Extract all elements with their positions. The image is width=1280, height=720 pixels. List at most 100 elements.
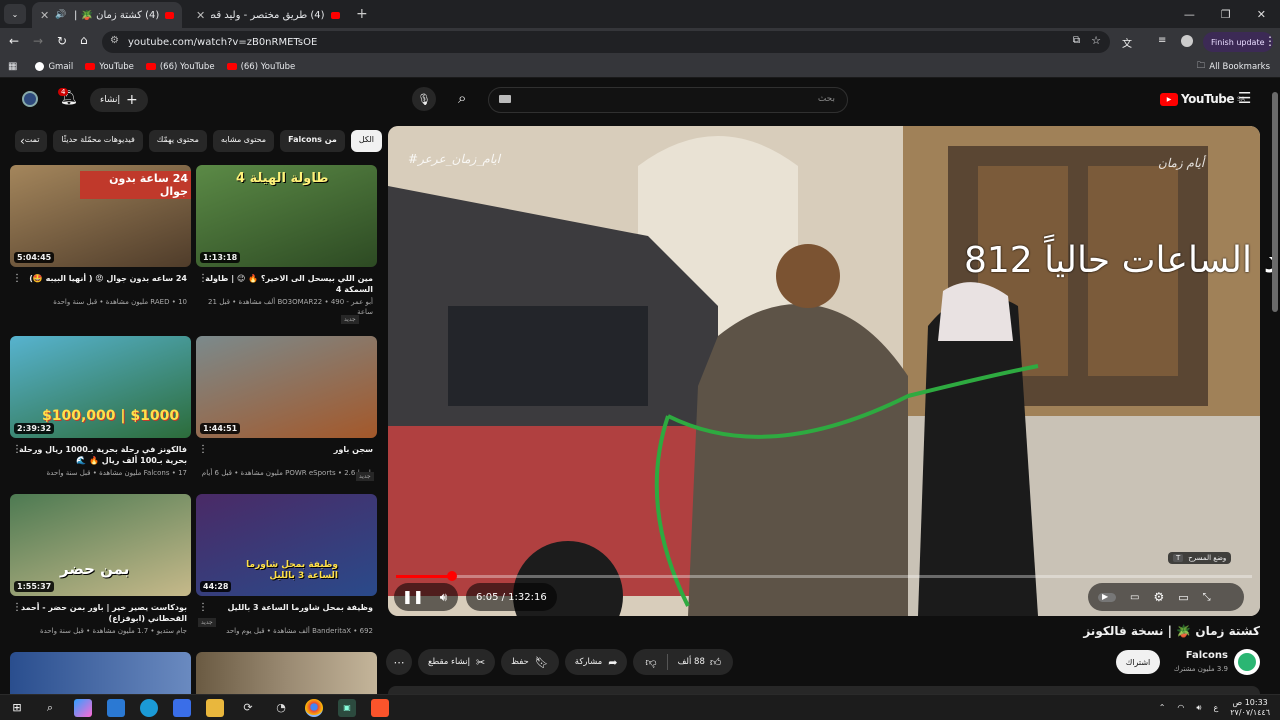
chip-all[interactable]: الكل: [350, 130, 382, 152]
restore-icon[interactable]: ❐: [1221, 8, 1231, 21]
chip-from-falcons[interactable]: من Falcons: [280, 130, 345, 152]
video-title[interactable]: وظيفة بمحل شاورما الساعة 3 بالليل: [196, 602, 377, 624]
home-icon[interactable]: ⌂: [80, 33, 88, 47]
more-actions-icon[interactable]: ⋯: [386, 649, 412, 675]
search-icon[interactable]: ⌕: [41, 699, 59, 717]
progress-bar[interactable]: [396, 571, 1252, 581]
theater-mode-icon[interactable]: ▭: [1178, 591, 1188, 604]
description-box[interactable]: [388, 686, 1260, 694]
search-input[interactable]: بحث: [488, 87, 848, 113]
more-actions-icon[interactable]: ⋮: [198, 602, 208, 613]
account-avatar[interactable]: [22, 91, 38, 107]
url-field[interactable]: ⚙ youtube.com/watch?v=zB0nRMETsOE ⧉ ☆: [102, 31, 1110, 53]
all-bookmarks[interactable]: 🗀 All Bookmarks: [1197, 60, 1270, 74]
close-window-icon[interactable]: ✕: [1257, 8, 1266, 21]
video-thumbnail[interactable]: [10, 652, 191, 694]
more-actions-icon[interactable]: ⋮: [198, 273, 208, 284]
apps-grid-icon[interactable]: ▦: [8, 61, 17, 72]
terminal-icon[interactable]: ▣: [338, 698, 356, 717]
video-thumbnail[interactable]: طاولة الهيلة 4 1:13:18: [196, 165, 377, 267]
tab-active[interactable]: (4) كشتة زمان 🪴 | نسخة فالـ 🔊 ✕: [32, 2, 182, 28]
new-tab-button[interactable]: +: [356, 6, 368, 22]
bookmark-gmail[interactable]: Gmail: [35, 62, 73, 72]
keyboard-icon[interactable]: [499, 95, 511, 103]
clock[interactable]: 10:33 ص ٢٧/٠٧/١٤٤٦: [1230, 698, 1270, 718]
clock-app-icon[interactable]: ◔: [272, 699, 290, 717]
mail-icon[interactable]: [107, 698, 125, 717]
speaker-icon[interactable]: 🔊︎: [1196, 703, 1201, 713]
video-title[interactable]: 24 ساعه بدون جوال 😡 ( أنهيا البيبه 🤩): [10, 273, 191, 295]
more-actions-icon[interactable]: ⋮: [198, 444, 208, 455]
channel-name[interactable]: جام ستديو: [157, 627, 187, 635]
close-tab-icon[interactable]: ✕: [196, 9, 205, 22]
volume-icon[interactable]: 🔊︎: [440, 590, 448, 605]
profile-avatar[interactable]: [1181, 35, 1193, 47]
more-actions-icon[interactable]: ⋮: [12, 602, 22, 613]
clip-button[interactable]: ✂ إنشاء مقطع: [418, 649, 496, 675]
tab-search-button[interactable]: ⌄: [4, 4, 26, 24]
app-icon[interactable]: ⟳: [239, 699, 257, 717]
brave-icon[interactable]: [371, 698, 389, 717]
video-title[interactable]: فالكونز في رحلة بحرية بـ1000 ريال ورحلة …: [10, 444, 191, 466]
thumbs-down-icon[interactable]: 👎︎: [645, 656, 656, 669]
bookmark-star-icon[interactable]: ☆: [1091, 34, 1101, 47]
tray-expand-icon[interactable]: ⌃: [1159, 703, 1166, 712]
share-button[interactable]: ➦ مشاركة: [564, 649, 628, 675]
back-icon[interactable]: ←: [9, 34, 19, 48]
video-thumbnail[interactable]: 24 ساعة بدون جوال 5:04:45: [10, 165, 191, 267]
fullscreen-icon[interactable]: ⤡: [1203, 592, 1211, 603]
site-info-icon[interactable]: ⚙: [110, 35, 119, 46]
copilot-icon[interactable]: [74, 698, 92, 717]
translate-icon[interactable]: 文: [1122, 35, 1132, 50]
channel-name[interactable]: BanderitaX: [312, 627, 351, 635]
video-card[interactable]: بمن حضر 1:55:37 بودكاست يصير خير | باور …: [10, 494, 191, 644]
video-card[interactable]: وظيفة بمحل شاورما الساعة 3 بالليل 44:28 …: [196, 494, 377, 644]
install-app-icon[interactable]: ⧉: [1073, 35, 1080, 46]
edge-icon[interactable]: [140, 698, 158, 717]
chips-scroll-left-icon[interactable]: ‹: [20, 134, 25, 148]
channel-name[interactable]: RAED: [150, 298, 169, 306]
keyboard-language[interactable]: ع: [1213, 703, 1218, 712]
chip-related[interactable]: محتوى مشابه: [212, 130, 275, 152]
video-card[interactable]: $100,000 | $1000 2:39:32 فالكونز في رحلة…: [10, 336, 191, 486]
reload-icon[interactable]: ↻: [57, 34, 67, 48]
finish-update-button[interactable]: Finish update: [1203, 32, 1273, 52]
video-card[interactable]: 24 ساعة بدون جوال 5:04:45 24 ساعه بدون ج…: [10, 165, 191, 315]
voice-search-icon[interactable]: 🎙︎: [412, 87, 436, 111]
wifi-icon[interactable]: ◠: [1177, 703, 1184, 712]
settings-gear-icon[interactable]: ⚙: [1153, 590, 1164, 604]
more-actions-icon[interactable]: ⋮: [12, 273, 22, 284]
video-thumbnail[interactable]: [196, 652, 377, 694]
autoplay-toggle[interactable]: ▶: [1098, 592, 1116, 602]
chip-for-you[interactable]: محتوى يهمّك: [148, 130, 207, 152]
media-control-icon[interactable]: ≡: [1158, 35, 1166, 46]
close-tab-icon[interactable]: ✕: [40, 9, 49, 22]
video-thumbnail[interactable]: $100,000 | $1000 2:39:32: [10, 336, 191, 438]
minimize-icon[interactable]: —: [1184, 8, 1195, 21]
video-thumbnail[interactable]: 1:44:51: [196, 336, 377, 438]
subtitles-icon[interactable]: ▭: [1130, 592, 1139, 603]
page-scrollbar[interactable]: [1272, 92, 1278, 312]
forward-icon[interactable]: →: [33, 34, 43, 48]
channel-name[interactable]: Falcons: [1186, 650, 1228, 661]
windows-start-icon[interactable]: ⊞: [8, 699, 26, 717]
video-title[interactable]: بودكاست يصير خير | باور بمن حضر - أحمد ا…: [10, 602, 191, 624]
create-button[interactable]: + إنشاء: [90, 88, 148, 112]
channel-avatar[interactable]: [1234, 649, 1260, 675]
save-button[interactable]: 🔖︎ حفظ: [501, 649, 559, 675]
bookmark-youtube-66[interactable]: (66) YouTube: [145, 62, 215, 72]
channel-name[interactable]: Falcons: [144, 469, 170, 477]
video-thumbnail[interactable]: بمن حضر 1:55:37: [10, 494, 191, 596]
video-title[interactable]: مين اللي بيسحل الى الاخير؟ 🔥 😉 | طاولة ا…: [196, 273, 377, 295]
chip-recently-uploaded[interactable]: فيديوهات محمّلة حديثًا: [53, 130, 143, 152]
more-actions-icon[interactable]: ⋮: [12, 444, 22, 455]
file-explorer-icon[interactable]: [206, 698, 224, 717]
video-title[interactable]: سجن باور: [196, 444, 377, 466]
youtube-logo[interactable]: ▶ YouTube SA: [1160, 92, 1245, 106]
channel-name[interactable]: أبو عمر - BO3OMAR22: [277, 298, 373, 306]
chrome-icon[interactable]: [305, 698, 323, 717]
tab-inactive[interactable]: (4) طريق مختصر - وليد قصص ✕: [188, 2, 348, 28]
hamburger-menu-icon[interactable]: ☰: [1238, 89, 1251, 107]
subscribe-button[interactable]: اشتراك: [1116, 650, 1160, 674]
pause-icon[interactable]: ❚❚: [402, 590, 424, 605]
